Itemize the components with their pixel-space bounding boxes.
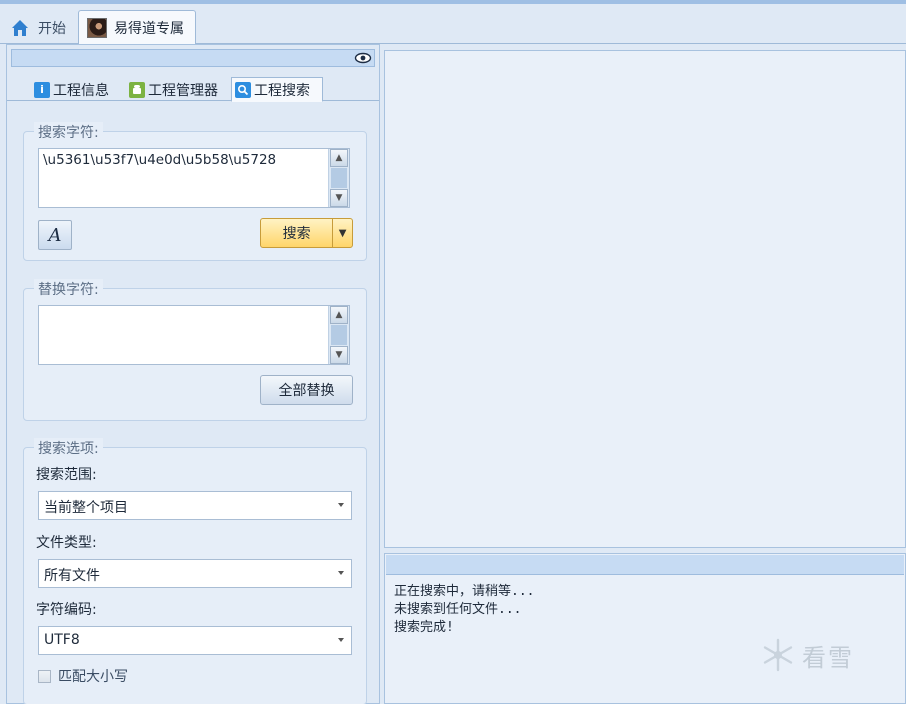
scroll-thumb[interactable] — [331, 168, 347, 188]
scope-label: 搜索范围: — [36, 467, 97, 483]
watermark-text: 看雪 — [802, 643, 854, 672]
scope-value: 当前整个项目 — [44, 500, 128, 516]
tab-project-manager[interactable]: 工程管理器 — [126, 77, 221, 102]
tab-yidedao-label: 易得道专属 — [114, 21, 184, 37]
search-options-group: 搜索选项: 搜索范围: 当前整个项目 文件类型: 所有文件 字符编码: UTF8… — [23, 438, 367, 704]
replace-all-label: 全部替换 — [278, 383, 335, 399]
scroll-down-icon[interactable]: ▼ — [330, 346, 348, 364]
tab-project-search-label: 工程搜索 — [254, 82, 310, 99]
home-icon — [10, 18, 30, 38]
encoding-select[interactable]: UTF8 — [38, 626, 352, 655]
encoding-label: 字符编码: — [36, 602, 97, 618]
filetype-select[interactable]: 所有文件 — [38, 559, 352, 588]
encoding-value: UTF8 — [44, 632, 80, 648]
search-group-title: 搜索字符: — [34, 122, 103, 142]
log-output: 正在搜索中，请稍等... 未搜索到任何文件... 搜索完成! — [394, 583, 534, 637]
filetype-value: 所有文件 — [44, 568, 100, 584]
replace-all-button[interactable]: 全部替换 — [260, 375, 353, 405]
avatar — [87, 18, 107, 38]
match-case-option[interactable]: 匹配大小写 — [38, 666, 128, 686]
filetype-label: 文件类型: — [36, 535, 97, 551]
document-tab-bar: 开始 易得道专属 — [0, 4, 906, 45]
chevron-down-icon[interactable]: ▼ — [332, 219, 352, 247]
snowflake-icon — [763, 638, 793, 672]
android-icon — [129, 81, 145, 98]
scroll-down-icon[interactable]: ▼ — [330, 189, 348, 207]
match-case-label: 匹配大小写 — [58, 669, 128, 685]
tab-project-info-label: 工程信息 — [53, 82, 109, 99]
replace-group: 替换字符: ▲ ▼ 全部替换 — [23, 279, 367, 421]
search-text-value: \u5361\u53f7\u4e0d\u5b58\u5728 — [43, 152, 277, 168]
search-results-panel — [384, 50, 906, 548]
search-text-scrollbar[interactable]: ▲ ▼ — [328, 149, 349, 207]
search-button-label: 搜索 — [282, 226, 311, 242]
watermark: 看雪 — [760, 637, 854, 673]
search-button[interactable]: 搜索 ▼ — [260, 218, 353, 248]
chevron-down-icon — [338, 571, 344, 575]
output-log-panel: 正在搜索中，请稍等... 未搜索到任何文件... 搜索完成! — [384, 553, 906, 704]
log-panel-header — [386, 555, 904, 575]
match-case-checkbox[interactable] — [38, 669, 51, 683]
font-button[interactable]: A — [38, 220, 72, 250]
info-icon: i — [34, 81, 50, 98]
tab-project-info[interactable]: i 工程信息 — [31, 77, 112, 102]
replace-text-scrollbar[interactable]: ▲ ▼ — [328, 306, 349, 364]
scope-select[interactable]: 当前整个项目 — [38, 491, 352, 520]
log-line: 搜索完成! — [394, 620, 454, 635]
tab-start-label: 开始 — [38, 20, 66, 37]
search-text-input[interactable]: \u5361\u53f7\u4e0d\u5b58\u5728 ▲ ▼ — [38, 148, 350, 208]
scroll-thumb[interactable] — [331, 325, 347, 345]
tab-start[interactable]: 开始 — [2, 10, 76, 45]
chevron-down-icon — [338, 638, 344, 642]
font-icon: A — [48, 224, 62, 246]
project-side-panel: i 工程信息 工程管理器 工程搜索 搜索字符: \u5361\u53f7\u4e… — [6, 44, 380, 704]
tab-project-search[interactable]: 工程搜索 — [231, 77, 323, 102]
replace-group-title: 替换字符: — [34, 279, 103, 299]
chevron-down-icon — [338, 503, 344, 507]
panel-header — [11, 49, 375, 67]
scroll-up-icon[interactable]: ▲ — [330, 149, 348, 167]
log-line: 未搜索到任何文件... — [394, 602, 522, 617]
options-group-title: 搜索选项: — [34, 438, 103, 458]
log-line: 正在搜索中，请稍等... — [394, 584, 535, 599]
eye-icon[interactable] — [354, 51, 372, 65]
replace-text-input[interactable]: ▲ ▼ — [38, 305, 350, 365]
tab-project-manager-label: 工程管理器 — [148, 82, 218, 99]
project-tabs: i 工程信息 工程管理器 工程搜索 — [7, 75, 379, 102]
tab-yidedao[interactable]: 易得道专属 — [78, 10, 196, 45]
search-icon — [235, 81, 251, 98]
search-group: 搜索字符: \u5361\u53f7\u4e0d\u5b58\u5728 ▲ ▼… — [23, 122, 367, 261]
scroll-up-icon[interactable]: ▲ — [330, 306, 348, 324]
